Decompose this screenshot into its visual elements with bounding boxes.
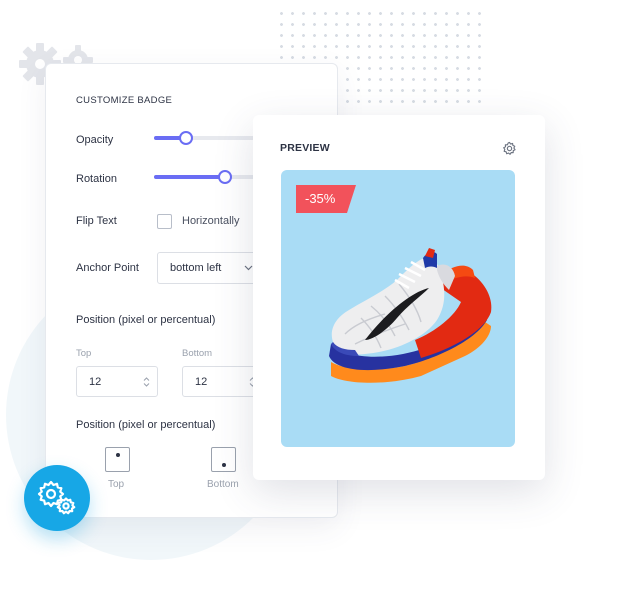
top-offset-input[interactable]: 12 [76,366,158,397]
opacity-slider-handle[interactable] [179,131,193,145]
rotation-slider-handle[interactable] [218,170,232,184]
preview-title: PREVIEW [280,142,330,154]
gears-icon [37,480,76,515]
discount-badge-text: -35% [305,191,336,206]
flip-horizontally-label[interactable]: Horizontally [182,215,239,227]
settings-fab[interactable] [24,465,90,531]
position-bottom-button[interactable] [211,447,236,472]
opacity-label: Opacity [76,134,114,146]
anchor-point-value: bottom left [170,262,222,274]
bottom-offset-input[interactable]: 12 [182,366,264,397]
position-top-button[interactable] [105,447,130,472]
position-top-label: Top [108,479,125,490]
position-bottom-dot [222,463,226,467]
up-down-arrows-icon[interactable] [143,376,150,388]
preview-card: PREVIEW -35% [253,115,545,480]
anchor-point-label: Anchor Point [76,262,139,274]
top-offset-value: 12 [89,376,102,388]
flip-text-label: Flip Text [76,215,117,227]
gear-icon[interactable] [502,141,517,156]
position-top-dot [116,453,120,457]
position-bottom-label: Bottom [207,479,239,490]
position-offsets-heading: Position (pixel or percentual) [76,314,216,326]
top-offset-label: Top [76,348,92,359]
bottom-offset-label: Bottom [182,348,213,359]
chevron-down-icon [244,265,253,271]
discount-badge: -35% [296,185,356,213]
rotation-label: Rotation [76,173,117,185]
product-image: -35% [281,170,515,447]
panel-title: CUSTOMIZE BADGE [76,95,173,106]
rotation-slider-fill [154,175,226,179]
flip-horizontally-checkbox[interactable] [157,214,172,229]
position-buttons-heading: Position (pixel or percentual) [76,419,216,431]
bottom-offset-value: 12 [195,376,208,388]
running-shoe-image [329,248,492,383]
